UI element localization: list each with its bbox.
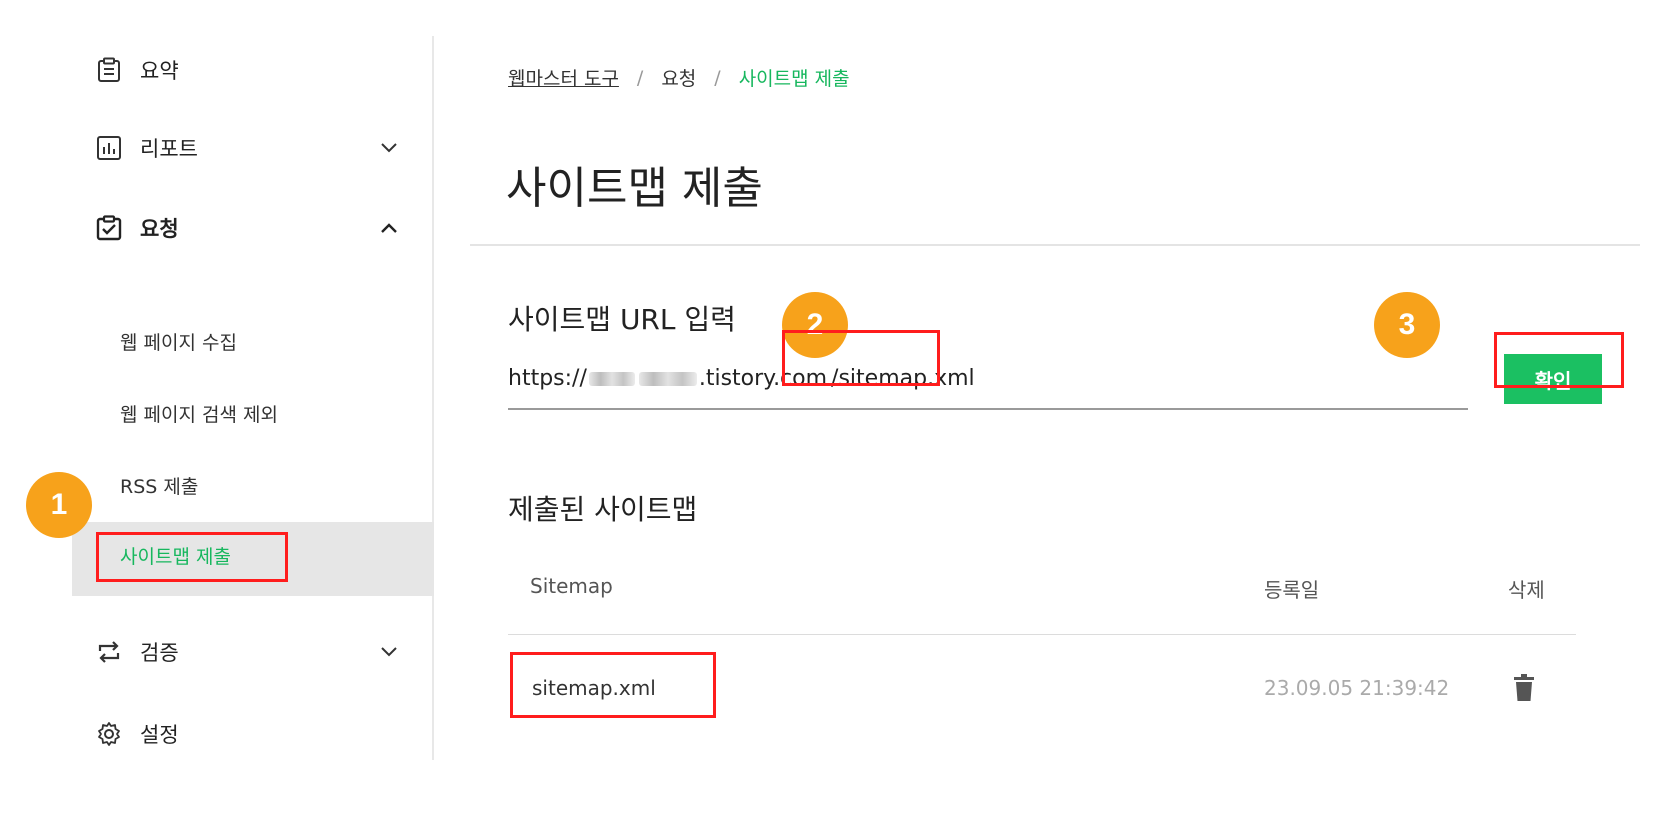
sidebar-item-label: 검증 <box>140 641 179 665</box>
gear-icon <box>96 721 122 747</box>
sidebar-item-verify[interactable]: 검증 <box>96 634 179 670</box>
breadcrumb-separator: / <box>636 66 644 89</box>
sub-item-rss-submit[interactable]: RSS 제출 <box>120 470 198 500</box>
highlight-box-url-path <box>782 330 940 386</box>
clipboard-check-icon <box>96 215 122 241</box>
sitemap-url-input[interactable]: https:// .tistory.com /sitemap.xml <box>508 356 1468 410</box>
sidebar-divider <box>432 36 434 760</box>
step-badge-1: 1 <box>26 472 92 538</box>
sidebar-item-settings[interactable]: 설정 <box>96 716 179 752</box>
registered-date-cell: 23.09.05 21:39:42 <box>1264 676 1450 700</box>
repeat-arrows-icon <box>96 639 122 665</box>
page-title: 사이트맵 제출 <box>506 163 763 214</box>
sub-item-web-page-exclude[interactable]: 웹 페이지 검색 제외 <box>120 398 278 428</box>
header-divider <box>470 244 1640 246</box>
blurred-domain <box>588 371 635 386</box>
main-content: 웹마스터 도구 / 요청 / 사이트맵 제출 사이트맵 제출 사이트맵 URL … <box>470 0 1640 760</box>
breadcrumb-separator: / <box>714 66 721 89</box>
clipboard-list-icon <box>96 57 122 83</box>
sidebar-item-report[interactable]: 리포트 <box>96 130 198 166</box>
column-header-date: 등록일 <box>1264 578 1320 602</box>
sidebar-item-label: 요청 <box>140 217 179 241</box>
sitemap-url-label: 사이트맵 URL 입력 <box>508 303 736 336</box>
step-badge-3: 3 <box>1374 292 1440 358</box>
column-header-sitemap: Sitemap <box>530 574 613 598</box>
breadcrumb-webmaster-tools[interactable]: 웹마스터 도구 <box>508 64 619 91</box>
sub-item-label: 웹 페이지 검색 제외 <box>120 403 278 426</box>
breadcrumb-request[interactable]: 요청 <box>661 64 696 91</box>
sub-item-label: 웹 페이지 수집 <box>120 331 237 354</box>
table-header-divider <box>508 634 1576 635</box>
sub-item-web-page-collect[interactable]: 웹 페이지 수집 <box>120 326 237 356</box>
highlight-box-sitemap-row <box>510 652 716 718</box>
sidebar-item-label: 요약 <box>140 59 179 83</box>
chevron-down-icon[interactable] <box>380 139 398 157</box>
blurred-domain <box>638 371 697 386</box>
sidebar-item-request[interactable]: 요청 <box>96 210 179 246</box>
chevron-down-icon[interactable] <box>380 643 398 661</box>
breadcrumb: 웹마스터 도구 / 요청 / 사이트맵 제출 <box>508 64 850 91</box>
submitted-sitemaps-label: 제출된 사이트맵 <box>508 493 698 526</box>
column-header-delete: 삭제 <box>1508 578 1545 602</box>
bar-chart-icon <box>96 135 122 161</box>
trash-icon[interactable] <box>1513 674 1535 702</box>
chevron-up-icon[interactable] <box>380 219 398 237</box>
url-prefix: https:// <box>508 366 587 391</box>
highlight-box-confirm <box>1494 332 1624 388</box>
breadcrumb-current: 사이트맵 제출 <box>738 68 850 90</box>
sidebar-item-summary[interactable]: 요약 <box>96 52 179 88</box>
sub-item-label: RSS 제출 <box>120 475 199 498</box>
sidebar-item-label: 리포트 <box>140 137 198 161</box>
highlight-box-sitemap-menu <box>96 532 288 582</box>
sidebar: 요약 리포트 요청 웹 페이지 수집 웹 페이지 검색 제외 RSS 제출 사이… <box>0 0 434 760</box>
sidebar-item-label: 설정 <box>140 723 179 747</box>
